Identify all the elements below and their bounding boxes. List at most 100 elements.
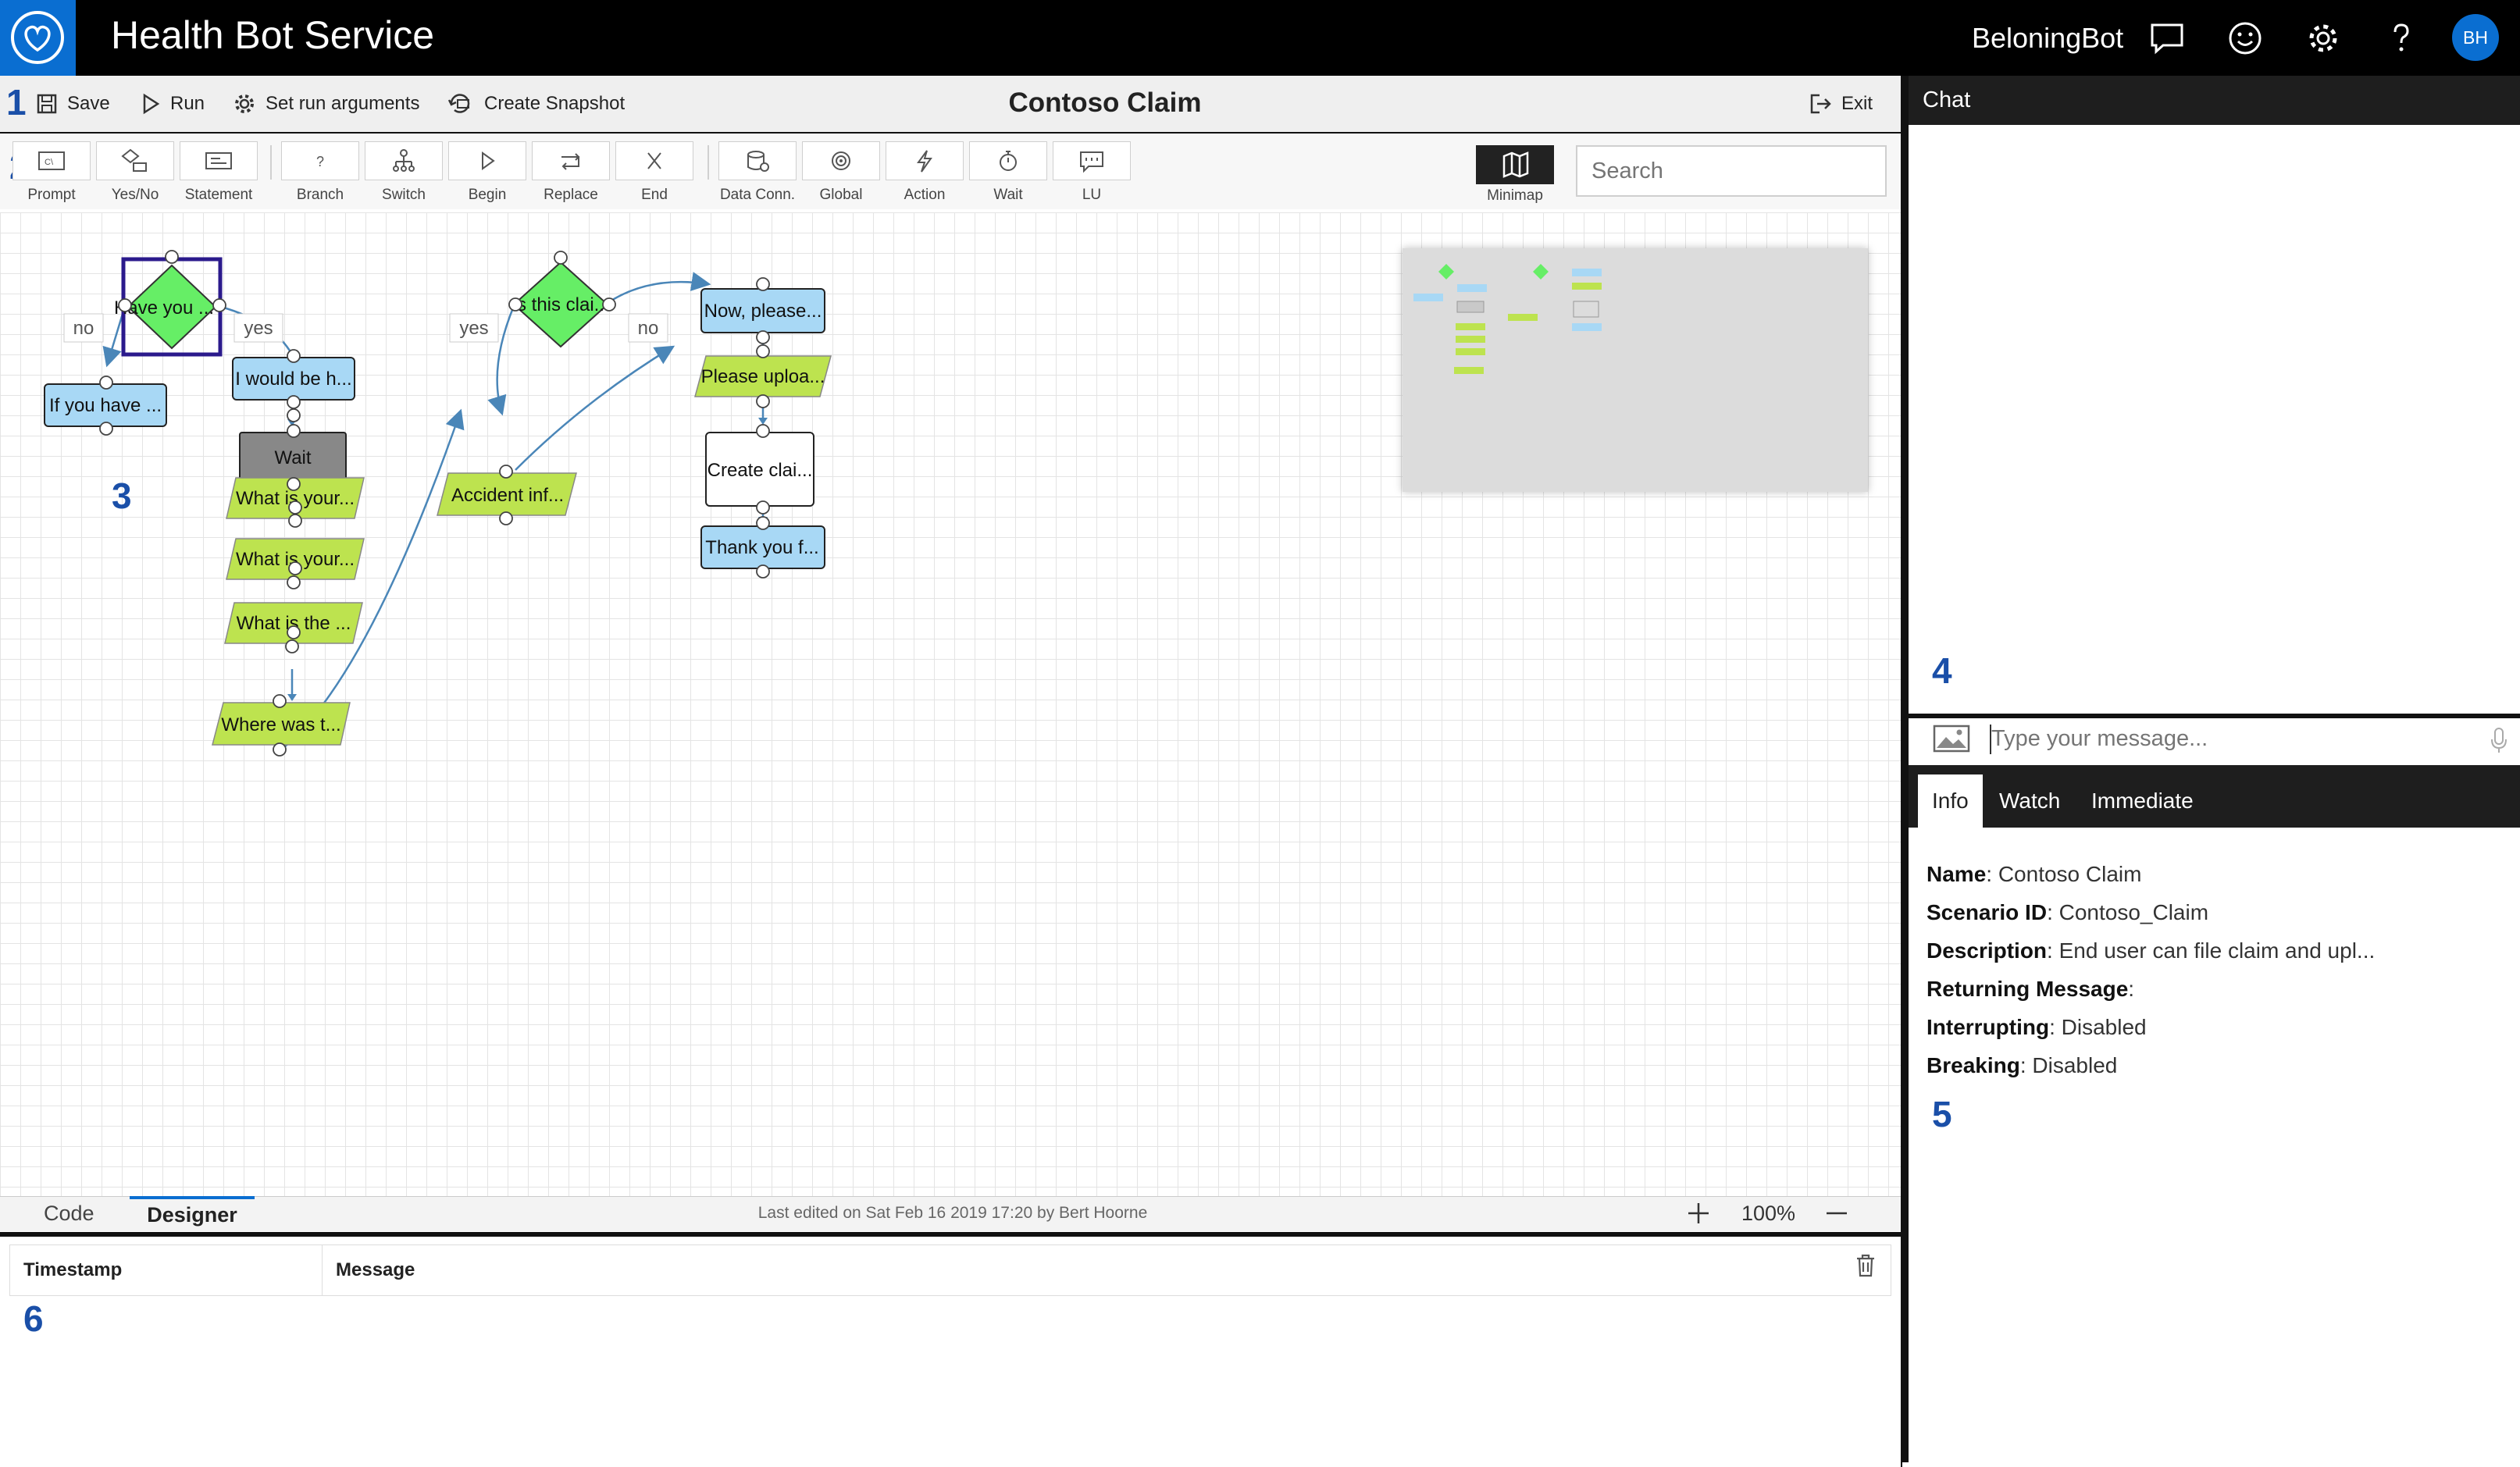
feedback-button[interactable] xyxy=(2149,0,2185,76)
tool-data-connection[interactable]: Data Conn. xyxy=(717,141,798,210)
svg-text:yes: yes xyxy=(244,318,273,339)
speech-bubble-icon xyxy=(1080,151,1103,173)
svg-text:?: ? xyxy=(316,154,324,169)
heart-logo-icon xyxy=(11,11,64,64)
bot-name[interactable]: BeloningBot xyxy=(1972,0,2123,76)
microphone-icon xyxy=(2491,728,2507,753)
user-avatar[interactable]: BH xyxy=(2452,14,2499,61)
svg-text:yes: yes xyxy=(459,318,488,339)
tool-statement[interactable]: Statement xyxy=(178,141,259,210)
svg-text:Where was t...: Where was t... xyxy=(221,714,340,735)
tool-lu-label: LU xyxy=(1082,187,1102,203)
annotation-5: 5 xyxy=(1932,1094,1952,1134)
toolbar-separator xyxy=(708,145,709,180)
gear-small-icon xyxy=(235,94,254,113)
save-label: Save xyxy=(67,93,110,114)
prompt-node-accident[interactable]: Accident inf... xyxy=(437,472,577,516)
info-name: Name: Contoso Claim xyxy=(1927,862,2142,886)
exit-icon xyxy=(1810,94,1831,114)
prompt-node-where-was[interactable]: Where was t... xyxy=(212,702,351,746)
statement-icon xyxy=(205,152,232,169)
app-title: Health Bot Service xyxy=(111,13,435,57)
chat-header: Chat xyxy=(1909,76,2520,125)
save-icon xyxy=(37,94,57,114)
action-node-create-claim[interactable]: Create clai... xyxy=(705,432,814,507)
tab-info[interactable]: Info xyxy=(1918,774,1983,828)
log-column-timestamp[interactable]: Timestamp xyxy=(23,1244,122,1296)
tool-end[interactable]: End xyxy=(614,141,695,210)
info-description: Description: End user can file claim and… xyxy=(1927,938,2376,963)
last-edited-text: Last edited on Sat Feb 16 2019 17:20 by … xyxy=(757,1204,1148,1222)
statement-node-thank-you[interactable]: Thank you f... xyxy=(700,525,825,569)
svg-text:Now, please...: Now, please... xyxy=(704,301,822,322)
minimap-toggle-button[interactable] xyxy=(1476,145,1554,184)
prompt-node-please-upload[interactable]: Please uploa... xyxy=(694,355,832,397)
svg-text:C\: C\ xyxy=(45,158,54,167)
smiley-icon xyxy=(2229,22,2262,54)
tool-branch[interactable]: ? Branch xyxy=(280,141,361,210)
info-breaking: Breaking: Disabled xyxy=(1927,1053,2118,1077)
svg-text:I would be h...: I would be h... xyxy=(235,369,351,390)
settings-button[interactable] xyxy=(2305,0,2341,76)
edge-label-yes-2: yes xyxy=(449,313,499,343)
statement-node-if-you-have[interactable]: If you have ... xyxy=(44,383,167,427)
svg-text:Thank you f...: Thank you f... xyxy=(705,537,818,558)
svg-text:no: no xyxy=(73,318,94,339)
tool-wait[interactable]: Wait xyxy=(968,141,1049,210)
tool-prompt[interactable]: C\ Prompt xyxy=(11,141,92,210)
create-snapshot-label: Create Snapshot xyxy=(484,93,626,114)
tool-lu[interactable]: LU xyxy=(1051,141,1132,210)
lightning-icon xyxy=(917,150,932,173)
tab-immediate[interactable]: Immediate xyxy=(2077,774,2208,828)
tool-action[interactable]: Action xyxy=(884,141,965,210)
svg-text:Wait: Wait xyxy=(274,447,311,468)
tool-end-label: End xyxy=(641,187,668,203)
minimap-label: Minimap xyxy=(1487,187,1543,204)
log-column-message[interactable]: Message xyxy=(336,1244,415,1296)
tab-designer[interactable]: Designer xyxy=(130,1196,255,1230)
wait-node[interactable]: Wait xyxy=(239,432,347,483)
annotation-1: 1 xyxy=(6,82,27,123)
set-run-arguments-button[interactable]: Set run arguments xyxy=(233,76,419,132)
flow-edges xyxy=(102,272,765,752)
annotation-6: 6 xyxy=(23,1298,44,1339)
tool-switch[interactable]: Switch xyxy=(363,141,444,210)
clear-log-button[interactable] xyxy=(1854,1252,1877,1283)
map-icon xyxy=(1502,151,1529,178)
image-icon xyxy=(1933,725,1970,753)
panel-divider[interactable] xyxy=(1901,76,1909,1462)
run-button[interactable]: Run xyxy=(141,76,205,132)
edge-label-no-2: no xyxy=(628,313,668,343)
zoom-in-icon[interactable] xyxy=(1685,1200,1712,1227)
tool-global-label: Global xyxy=(819,187,863,203)
tool-global[interactable]: Global xyxy=(800,141,882,210)
tab-code[interactable]: Code xyxy=(44,1196,94,1230)
exit-button[interactable]: Exit xyxy=(1809,76,1873,132)
database-icon xyxy=(747,151,769,172)
tab-watch[interactable]: Watch xyxy=(1985,774,2074,828)
svg-text:Is this clai...: Is this clai... xyxy=(511,294,609,315)
edge-label-no-1: no xyxy=(63,313,104,343)
statement-node-now-please[interactable]: Now, please... xyxy=(700,288,825,333)
tool-begin[interactable]: Begin xyxy=(447,141,528,210)
svg-text:If you have ...: If you have ... xyxy=(49,395,162,416)
tool-replace[interactable]: Replace xyxy=(530,141,611,210)
search-input[interactable] xyxy=(1576,145,1887,197)
help-button[interactable] xyxy=(2383,0,2419,76)
save-button[interactable]: Save xyxy=(36,76,110,132)
yes-no-node-is-this-claim[interactable]: Is this clai... xyxy=(511,261,610,348)
tool-yes-no[interactable]: Yes/No xyxy=(94,141,176,210)
upload-image-button[interactable] xyxy=(1932,723,1971,758)
smiley-button[interactable] xyxy=(2227,0,2263,76)
create-snapshot-button[interactable]: Create Snapshot xyxy=(448,76,625,132)
tool-branch-label: Branch xyxy=(296,187,344,203)
svg-text:Please uploa...: Please uploa... xyxy=(701,366,825,387)
microphone-button[interactable] xyxy=(2490,726,2508,758)
health-bot-logo[interactable] xyxy=(0,0,76,76)
statement-node-i-would-be[interactable]: I would be h... xyxy=(232,357,355,401)
minimap-panel[interactable] xyxy=(1403,248,1868,492)
set-run-arguments-label: Set run arguments xyxy=(266,93,420,114)
tool-action-label: Action xyxy=(904,187,946,203)
zoom-out-icon[interactable] xyxy=(1823,1200,1850,1227)
chat-message-input[interactable] xyxy=(1991,720,2475,757)
